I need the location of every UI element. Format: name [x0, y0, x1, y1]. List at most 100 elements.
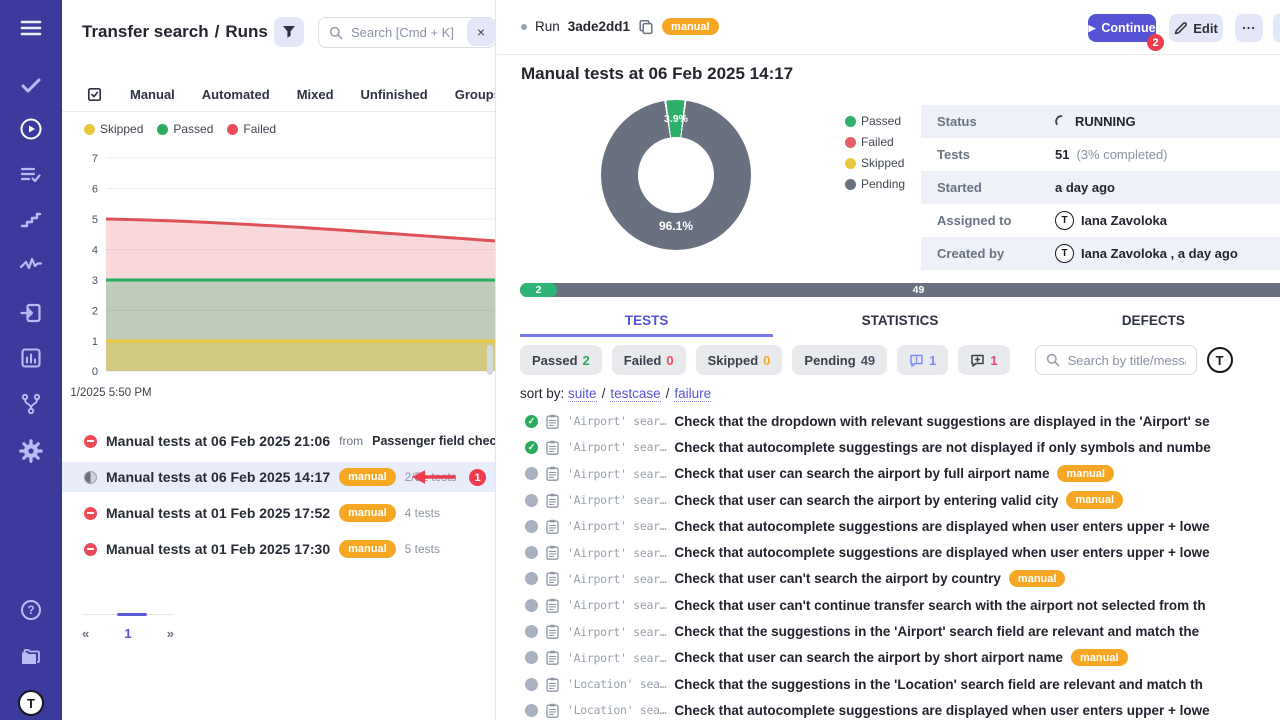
test-suite: 'Airport' sear… — [567, 651, 666, 665]
filter-comments[interactable]: 1 — [897, 345, 948, 375]
test-row[interactable]: 'Location' sea… Check that autocomplete … — [497, 697, 1280, 720]
test-row[interactable]: 'Airport' sear… Check that the suggestio… — [497, 618, 1280, 644]
run-detail-panel: Run 3ade2dd1 manual ▶ Continue 2 Edit ..… — [497, 0, 1280, 720]
steps-icon[interactable] — [19, 208, 43, 232]
testcase-icon — [546, 598, 559, 613]
sort-by-suite[interactable]: suite — [568, 386, 597, 402]
breadcrumb-section[interactable]: Transfer search — [82, 22, 209, 41]
play-circle-icon[interactable] — [19, 117, 43, 141]
check-icon[interactable] — [19, 73, 43, 97]
run-list-item[interactable]: Manual tests at 06 Feb 2025 21:06 from P… — [62, 426, 496, 456]
svg-text:6: 6 — [92, 184, 98, 196]
testcase-icon — [546, 519, 559, 534]
run-list-item[interactable]: Manual tests at 01 Feb 2025 17:30 manual… — [62, 534, 496, 564]
test-list-icon[interactable] — [19, 163, 43, 187]
tests-search-input[interactable] — [1068, 353, 1186, 368]
test-row[interactable]: 'Airport' sear… Check that user can't se… — [497, 566, 1280, 592]
tab-manual[interactable]: Manual — [130, 87, 175, 102]
tab-automated[interactable]: Automated — [202, 87, 270, 102]
test-suite: 'Airport' sear… — [567, 519, 666, 533]
test-row[interactable]: 'Airport' sear… Check that the dropdown … — [497, 408, 1280, 434]
test-suite: 'Airport' sear… — [567, 467, 666, 481]
test-status-icon — [525, 520, 538, 533]
test-row[interactable]: 'Airport' sear… Check that user can't co… — [497, 592, 1280, 618]
menu-icon[interactable] — [19, 16, 43, 40]
test-suite: 'Airport' sear… — [567, 440, 666, 454]
tab-defects[interactable]: DEFECTS — [1027, 307, 1280, 337]
avatar: T — [1055, 244, 1074, 263]
filter-passed[interactable]: Passed2 — [520, 345, 602, 375]
projects-icon[interactable] — [19, 644, 43, 668]
tab-unfinished[interactable]: Unfinished — [361, 87, 428, 102]
testcase-icon — [546, 650, 559, 665]
test-row[interactable]: 'Airport' sear… Check that autocomplete … — [497, 434, 1280, 460]
test-row[interactable]: 'Airport' sear… Check that autocomplete … — [497, 539, 1280, 565]
select-all-icon[interactable] — [86, 86, 103, 103]
tab-mixed[interactable]: Mixed — [297, 87, 334, 102]
partial-button[interactable] — [1273, 14, 1280, 42]
test-row[interactable]: 'Airport' sear… Check that user can sear… — [497, 645, 1280, 671]
svg-text:5: 5 — [92, 214, 98, 226]
x-axis-label: 01/2025 5:50 PM — [70, 383, 182, 401]
run-progress-bar: 2 49 — [520, 283, 1280, 297]
tab-groups[interactable]: Groups — [455, 87, 496, 102]
reports-icon[interactable] — [19, 346, 43, 370]
filter-failed[interactable]: Failed0 — [612, 345, 686, 375]
sort-by-testcase[interactable]: testcase — [610, 386, 660, 402]
test-row[interactable]: 'Airport' sear… Check that autocomplete … — [497, 513, 1280, 539]
test-filters: Passed2 Failed0 Skipped0 Pending49 1 1 — [520, 345, 1233, 375]
scrollbar-thumb[interactable] — [487, 345, 493, 375]
filter-skipped[interactable]: Skipped0 — [696, 345, 783, 375]
annotation-marker-2: 2 — [1147, 34, 1164, 51]
detail-row-tests: Tests 51(3% completed) — [921, 138, 1280, 171]
testcase-icon — [546, 493, 559, 508]
progress-passed-segment: 2 — [520, 283, 557, 297]
comment-alert-icon — [909, 353, 924, 368]
activity-icon[interactable] — [19, 253, 43, 277]
testcase-icon — [546, 545, 559, 560]
profile-avatar[interactable]: T — [16, 688, 46, 718]
copy-icon[interactable] — [638, 19, 654, 35]
manual-badge: manual — [1066, 491, 1123, 508]
runs-search-input[interactable] — [351, 25, 485, 40]
test-title: Check that the suggestions in the 'Locat… — [674, 677, 1203, 692]
pagination-page-1[interactable]: 1 — [124, 626, 131, 641]
edit-button[interactable]: Edit — [1169, 14, 1223, 42]
sign-in-icon[interactable] — [19, 301, 43, 325]
sort-by-failure[interactable]: failure — [674, 386, 711, 402]
branch-icon[interactable] — [19, 392, 43, 416]
search-icon — [329, 26, 343, 40]
sidebar: ? T — [0, 0, 62, 720]
play-icon: ▶ — [1088, 23, 1095, 34]
continue-button[interactable]: ▶ Continue 2 — [1088, 14, 1156, 42]
skipped-dot — [845, 158, 856, 169]
filter-pending[interactable]: Pending49 — [792, 345, 887, 375]
tab-tests[interactable]: TESTS — [520, 307, 773, 337]
ellipsis-icon: ... — [1242, 17, 1256, 32]
legend-passed: Passed — [845, 114, 905, 128]
tab-statistics[interactable]: STATISTICS — [773, 307, 1026, 337]
test-row[interactable]: 'Airport' sear… Check that user can sear… — [497, 461, 1280, 487]
close-search-button[interactable]: × — [467, 18, 495, 46]
pagination-prev[interactable]: « — [82, 626, 89, 641]
run-failed-icon — [84, 543, 97, 556]
assignee-avatar[interactable]: T — [1207, 347, 1233, 373]
test-title: Check that autocomplete suggestions are … — [674, 545, 1209, 560]
filter-button[interactable] — [274, 17, 304, 47]
help-icon[interactable]: ? — [19, 598, 43, 622]
sort-controls: sort by: suite/testcase/failure — [520, 386, 711, 401]
test-title: Check that the suggestions in the 'Airpo… — [674, 624, 1199, 639]
gear-icon[interactable] — [19, 439, 43, 463]
testcase-icon — [546, 414, 559, 429]
run-list-item[interactable]: Manual tests at 01 Feb 2025 17:52 manual… — [62, 498, 496, 528]
manual-badge: manual — [339, 540, 396, 557]
more-actions-button[interactable]: ... — [1235, 14, 1263, 42]
donut-pending-label: 96.1% — [601, 219, 751, 233]
pagination-next[interactable]: » — [167, 626, 174, 641]
passed-dot — [157, 124, 168, 135]
failed-dot — [227, 124, 238, 135]
test-row[interactable]: 'Location' sea… Check that the suggestio… — [497, 671, 1280, 697]
filter-added-comments[interactable]: 1 — [958, 345, 1009, 375]
test-row[interactable]: 'Airport' sear… Check that user can sear… — [497, 487, 1280, 513]
testcase-icon — [546, 703, 559, 718]
